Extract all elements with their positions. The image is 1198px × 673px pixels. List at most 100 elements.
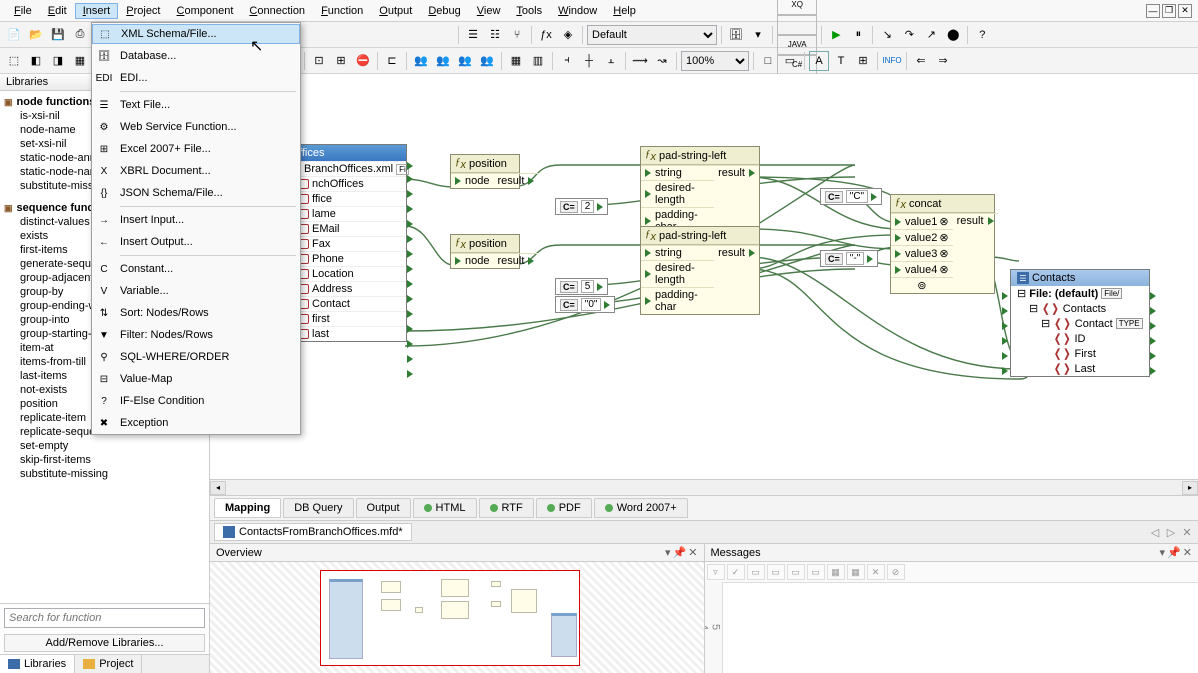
function-pad-string-left-1[interactable]: ƒxpad-string-left string desired-length … <box>640 146 760 235</box>
e1-icon[interactable]: ⬚ <box>4 51 24 71</box>
step-over-icon[interactable]: ↷ <box>899 25 919 45</box>
menu-tools[interactable]: Tools <box>508 3 550 19</box>
insert-menu-sort-nodes-rows[interactable]: ⇅Sort: Nodes/Rows <box>92 302 300 324</box>
breakpoint-icon[interactable]: ⬤ <box>943 25 963 45</box>
msg-b3-icon[interactable]: ▭ <box>787 564 805 580</box>
info-icon[interactable]: INFO <box>882 51 902 71</box>
messages-pin-icon[interactable]: 📌 <box>1167 546 1181 559</box>
zoom-sel-icon[interactable]: ⊞ <box>331 51 351 71</box>
restore-button[interactable]: ❐ <box>1162 4 1176 18</box>
e2-icon[interactable]: ◧ <box>26 51 46 71</box>
msg-b4-icon[interactable]: ▭ <box>807 564 825 580</box>
insert-menu-if-else-condition[interactable]: ?IF-Else Condition <box>92 390 300 412</box>
tab-db-query[interactable]: DB Query <box>283 498 353 518</box>
insert-menu-variable[interactable]: VVariable... <box>92 280 300 302</box>
tab-libraries[interactable]: Libraries <box>0 655 75 673</box>
function-position-1[interactable]: ƒxposition node result <box>450 154 520 189</box>
source-row-Address[interactable]: Address <box>293 281 406 296</box>
insert-menu-web-service-function[interactable]: ⚙Web Service Function... <box>92 116 300 138</box>
align-l-icon[interactable]: ⫞ <box>557 51 577 71</box>
insert-menu-insert-output[interactable]: ←Insert Output... <box>92 231 300 253</box>
output-component[interactable]: ☰Contacts ⊟File: (default)File/ ⊟ ❬❭ Con… <box>1010 269 1150 377</box>
insert-menu-edi[interactable]: EDIEDI... <box>92 67 300 89</box>
insert-menu-excel-2007-file[interactable]: ⊞Excel 2007+ File... <box>92 138 300 160</box>
insert-menu-filter-nodes-rows[interactable]: ▼Filter: Nodes/Rows <box>92 324 300 346</box>
menu-debug[interactable]: Debug <box>420 3 468 19</box>
menu-view[interactable]: View <box>469 3 509 19</box>
var-icon[interactable]: ◈ <box>558 25 578 45</box>
msg-b6-icon[interactable]: ▦ <box>847 564 865 580</box>
insert-menu-sql-where-order[interactable]: ⚲SQL-WHERE/ORDER <box>92 346 300 368</box>
overview-dropdown-icon[interactable]: ▾ <box>665 546 671 559</box>
overview-pin-icon[interactable]: 📌 <box>673 546 687 559</box>
menu-project[interactable]: Project <box>118 3 168 19</box>
function-search-input[interactable] <box>4 608 205 628</box>
menu-window[interactable]: Window <box>550 3 605 19</box>
source-row-lame[interactable]: lame <box>293 206 406 221</box>
msg-filter-icon[interactable]: ▿ <box>707 564 725 580</box>
textframe-icon[interactable]: A <box>809 51 829 71</box>
messages-close-icon[interactable]: ✕ <box>1183 546 1192 559</box>
lang-sep-button[interactable] <box>777 15 817 35</box>
dbq-icon[interactable]: ▾ <box>748 25 768 45</box>
saveall-icon[interactable]: ⎙ <box>70 25 90 45</box>
insert-menu-constant[interactable]: CConstant... <box>92 258 300 280</box>
source-component[interactable]: ffices BranchOffices.xmlFi nchOfficesffi… <box>292 144 407 342</box>
grid-icon[interactable]: ▦ <box>506 51 526 71</box>
zoom-select[interactable]: 100% <box>681 51 749 71</box>
zoom-fit-icon[interactable]: ⊡ <box>309 51 329 71</box>
tab-close-icon[interactable]: ✕ <box>1180 526 1194 539</box>
help-icon[interactable]: ? <box>972 25 992 45</box>
fwd-icon[interactable]: ⇒ <box>933 51 953 71</box>
insert-menu-json-schema-file[interactable]: {}JSON Schema/File... <box>92 182 300 204</box>
step-out-icon[interactable]: ↗ <box>921 25 941 45</box>
people-icon[interactable]: 👥 <box>411 51 431 71</box>
menu-help[interactable]: Help <box>605 3 644 19</box>
menu-edit[interactable]: Edit <box>40 3 75 19</box>
constant-dash[interactable]: C="-" <box>820 250 878 267</box>
msg-b5-icon[interactable]: ▦ <box>827 564 845 580</box>
function-position-2[interactable]: ƒxposition node result <box>450 234 520 269</box>
branch-icon[interactable]: ⑂ <box>507 25 527 45</box>
tree2-icon[interactable]: ☷ <box>485 25 505 45</box>
e4-icon[interactable]: ▦ <box>70 51 90 71</box>
add-remove-libraries-button[interactable]: Add/Remove Libraries... <box>4 634 205 652</box>
output-row-ID[interactable]: ❬❭ ID <box>1011 331 1149 346</box>
menu-file[interactable]: File <box>6 3 40 19</box>
source-row-nchOffices[interactable]: nchOffices <box>293 176 406 191</box>
source-row-last[interactable]: last <box>293 326 406 341</box>
function-pad-string-left-2[interactable]: ƒxpad-string-left string desired-length … <box>640 226 760 315</box>
lang-xq-button[interactable]: XQ <box>777 0 817 15</box>
tab-next-icon[interactable]: ▷ <box>1164 526 1178 539</box>
messages-dropdown-icon[interactable]: ▾ <box>1160 546 1166 559</box>
function-substitute-missing[interactable]: substitute-missing <box>0 467 209 481</box>
constant-0[interactable]: C="0" <box>555 296 615 313</box>
msg-b1-icon[interactable]: ▭ <box>747 564 765 580</box>
function-set-empty[interactable]: set-empty <box>0 439 209 453</box>
connect1-icon[interactable]: ⊏ <box>382 51 402 71</box>
anno2-icon[interactable]: ▭ <box>780 51 800 71</box>
minimize-button[interactable]: — <box>1146 4 1160 18</box>
align-r-icon[interactable]: ⫠ <box>601 51 621 71</box>
document-tab[interactable]: ContactsFromBranchOffices.mfd* <box>214 523 412 541</box>
stop-icon[interactable]: ⛔ <box>353 51 373 71</box>
menu-component[interactable]: Component <box>169 3 242 19</box>
source-row-EMail[interactable]: EMail <box>293 221 406 236</box>
tab-output[interactable]: Output <box>356 498 411 518</box>
open-icon[interactable]: 📂 <box>26 25 46 45</box>
msg-del-icon[interactable]: ✕ <box>867 564 885 580</box>
tab-project[interactable]: Project <box>75 655 142 673</box>
menu-output[interactable]: Output <box>371 3 420 19</box>
insert-menu-database[interactable]: 🗄Database... <box>92 45 300 67</box>
textframe3-icon[interactable]: ⊞ <box>853 51 873 71</box>
fx-icon[interactable]: ƒx <box>536 25 556 45</box>
source-row-Phone[interactable]: Phone <box>293 251 406 266</box>
menu-connection[interactable]: Connection <box>241 3 313 19</box>
textframe2-icon[interactable]: T <box>831 51 851 71</box>
insert-menu-value-map[interactable]: ⊟Value-Map <box>92 368 300 390</box>
align-c-icon[interactable]: ┼ <box>579 51 599 71</box>
output-row-Last[interactable]: ❬❭ Last <box>1011 361 1149 376</box>
source-row-first[interactable]: first <box>293 311 406 326</box>
grid2-icon[interactable]: ▥ <box>528 51 548 71</box>
tab-prev-icon[interactable]: ◁ <box>1148 526 1162 539</box>
